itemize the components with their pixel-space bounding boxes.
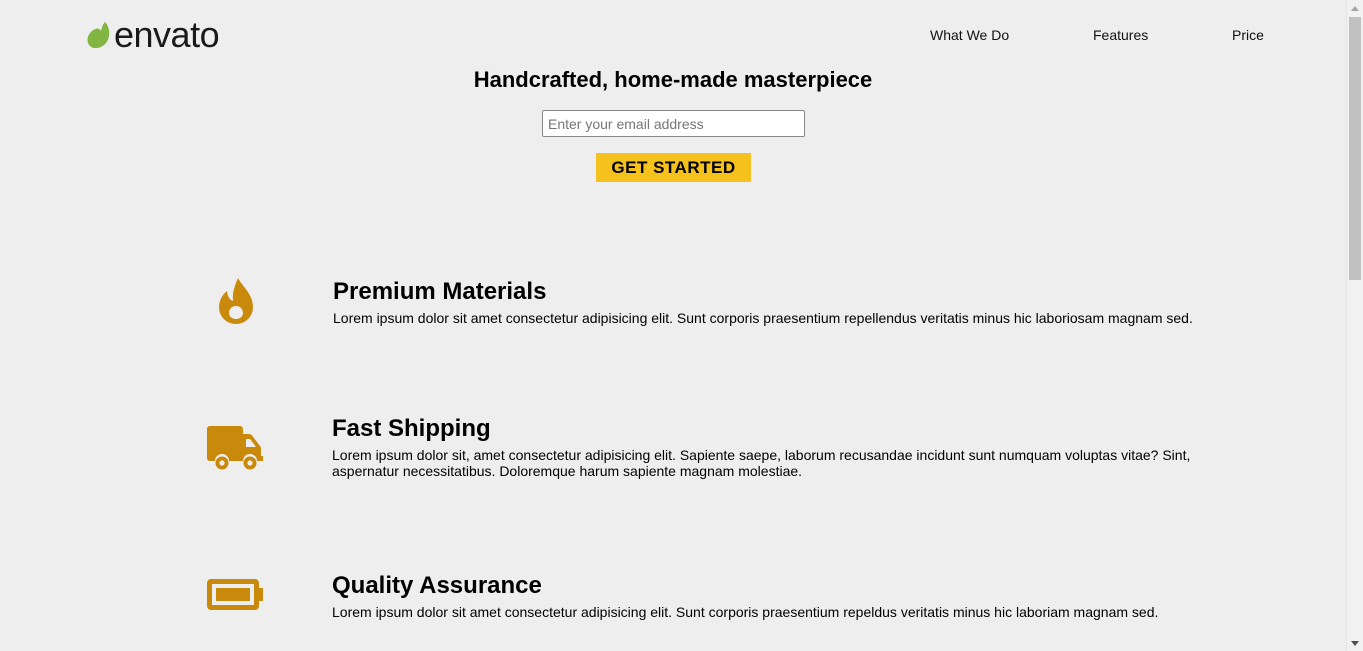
fire-icon bbox=[219, 278, 253, 324]
nav-link-what-we-do[interactable]: What We Do bbox=[930, 27, 1009, 43]
nav-link-features[interactable]: Features bbox=[1093, 27, 1148, 43]
nav-link-price[interactable]: Price bbox=[1232, 27, 1264, 43]
hero-title: Handcrafted, home-made masterpiece bbox=[473, 67, 873, 92]
main-nav: What We Do Features Price bbox=[0, 27, 1363, 45]
email-input[interactable] bbox=[542, 110, 805, 137]
scroll-up-arrow-icon[interactable] bbox=[1347, 0, 1363, 16]
scrollbar-thumb[interactable] bbox=[1349, 17, 1361, 280]
feature-description: Lorem ipsum dolor sit amet consectetur a… bbox=[333, 310, 1193, 326]
landing-page: envato What We Do Features Price Handcra… bbox=[0, 0, 1363, 651]
feature-description: Lorem ipsum dolor sit amet consectetur a… bbox=[332, 604, 1159, 620]
get-started-button[interactable]: GET STARTED bbox=[596, 153, 751, 182]
feature-title: Premium Materials bbox=[333, 278, 547, 305]
vertical-scrollbar[interactable] bbox=[1346, 0, 1363, 651]
truck-icon bbox=[207, 426, 263, 470]
feature-description: Lorem ipsum dolor sit, amet consectetur … bbox=[332, 447, 1191, 479]
feature-title: Fast Shipping bbox=[332, 415, 491, 442]
scroll-down-arrow-icon[interactable] bbox=[1347, 635, 1363, 651]
feature-title: Quality Assurance bbox=[332, 572, 542, 599]
battery-full-icon bbox=[207, 579, 263, 610]
